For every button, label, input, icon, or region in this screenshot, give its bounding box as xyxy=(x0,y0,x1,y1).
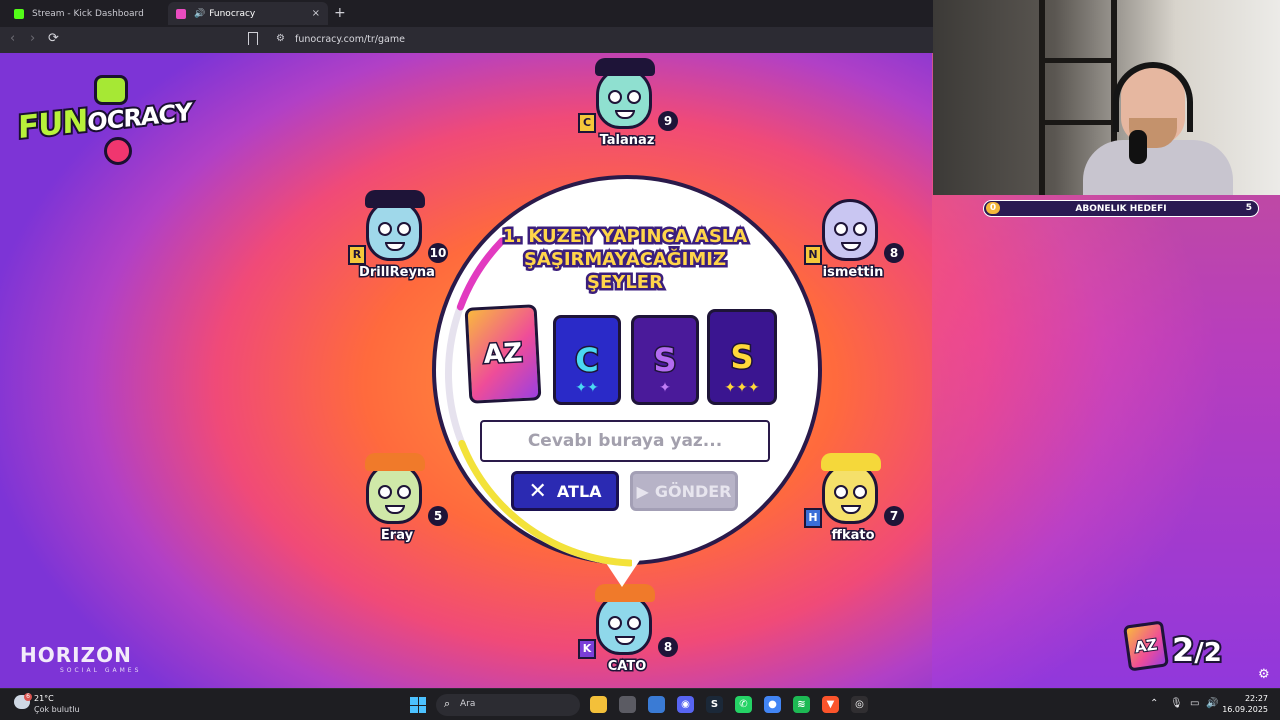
player-ffkato: H 7 ffkato xyxy=(798,453,908,552)
obs-icon[interactable]: ◎ xyxy=(851,696,868,713)
player-name: Talanaz xyxy=(598,132,656,150)
network-icon[interactable]: ▭ xyxy=(1190,698,1199,709)
new-tab-button[interactable]: + xyxy=(334,5,346,21)
headphones-icon xyxy=(1113,62,1193,132)
file-explorer-icon[interactable] xyxy=(590,696,607,713)
player-ismettin: N 8 ismettin xyxy=(798,199,908,289)
player-letter-badge: K xyxy=(578,639,596,659)
tray-overflow-icon[interactable]: ⌃ xyxy=(1150,698,1158,709)
webcam-overlay xyxy=(933,0,1280,195)
round-counter: 2/2 xyxy=(1170,629,1224,671)
streamer-body xyxy=(1083,140,1233,195)
taskbar-search[interactable]: ⌕ Ara xyxy=(436,694,580,716)
spotify-icon[interactable]: ≋ xyxy=(793,696,810,713)
player-letter-badge: C xyxy=(578,113,596,133)
address-bar[interactable]: funocracy.com/tr/game xyxy=(295,34,405,45)
microphone-icon xyxy=(1129,130,1147,164)
avatar xyxy=(595,584,655,655)
card-stars: ✦✦✦ xyxy=(724,380,760,396)
search-icon: ⌕ xyxy=(444,697,451,710)
avatar xyxy=(365,190,425,261)
card-s-three-star[interactable]: S ✦✦✦ xyxy=(707,309,777,405)
avatar xyxy=(821,453,881,524)
funocracy-favicon-icon xyxy=(176,8,186,19)
search-label: Ara xyxy=(460,699,476,709)
skip-button[interactable]: ✕ ATLA xyxy=(511,471,619,511)
card-stars: ✦✦ xyxy=(575,380,599,396)
sub-goal-target: 5 xyxy=(1245,203,1252,213)
player-score: 7 xyxy=(884,506,904,526)
weather-temperature[interactable]: 21°C xyxy=(34,694,54,703)
player-cato: K 8 CATO xyxy=(572,584,682,683)
send-label: GÖNDER xyxy=(654,481,732,501)
skip-label: ATLA xyxy=(556,481,602,501)
kick-favicon-icon xyxy=(14,8,24,19)
card-c[interactable]: C ✦✦ xyxy=(553,315,621,405)
speaker-icon[interactable]: 🔊 xyxy=(194,9,205,19)
horizon-brand: HORIZON xyxy=(20,643,132,667)
clock-date[interactable]: 16.09.2025 xyxy=(1218,705,1268,714)
avatar xyxy=(822,199,878,261)
steam-icon[interactable]: S xyxy=(706,696,723,713)
send-button[interactable]: ▶ GÖNDER xyxy=(630,471,738,511)
logo-part-ocracy: OCRACY xyxy=(85,96,193,139)
card-az[interactable]: AZ xyxy=(464,304,542,404)
windows-taskbar: 6 21°C Çok bulutlu ⌕ Ara ◉ S ✆ ● ≋ ▼ ◎ ⌃ 🎙 ▭ 🔊… xyxy=(0,688,1280,720)
chrome-icon[interactable]: ● xyxy=(764,696,781,713)
reload-button[interactable]: ⟳ xyxy=(48,31,59,46)
subscription-goal-bar: 0 ABONELIK HEDEFI 5 xyxy=(983,200,1259,217)
player-talanaz: C 9 Talanaz xyxy=(572,58,682,157)
sub-goal-current: 0 xyxy=(986,202,1000,214)
card-s-one-star[interactable]: S ✦ xyxy=(631,315,699,405)
funocracy-logo: FUNOCRACY xyxy=(16,75,196,165)
weather-description[interactable]: Çok bulutlu xyxy=(34,705,80,714)
player-score: 8 xyxy=(658,637,678,657)
round-total: /2 xyxy=(1192,636,1224,670)
back-button[interactable]: ‹ xyxy=(10,31,15,46)
store-icon[interactable] xyxy=(648,696,665,713)
discord-icon[interactable]: ◉ xyxy=(677,696,694,713)
player-name: ffkato xyxy=(830,527,876,545)
volume-icon[interactable]: 🔊 xyxy=(1206,698,1218,709)
horizon-brand-sub: SOCIAL GAMES xyxy=(60,667,142,674)
round-card-icon: AZ xyxy=(1122,620,1170,672)
avatar xyxy=(595,58,655,129)
whatsapp-icon[interactable]: ✆ xyxy=(735,696,752,713)
clock-time[interactable]: 22:27 xyxy=(1228,694,1268,703)
microphone-tray-icon[interactable]: 🎙 xyxy=(1170,698,1183,709)
bookmark-icon[interactable] xyxy=(248,32,258,45)
weather-badge: 6 xyxy=(24,693,32,701)
player-letter-badge: N xyxy=(804,245,822,265)
player-letter-badge: H xyxy=(804,508,822,528)
task-view-icon[interactable] xyxy=(619,696,636,713)
forward-button[interactable]: › xyxy=(30,31,35,46)
player-score: 9 xyxy=(658,111,678,131)
start-button[interactable] xyxy=(410,697,426,713)
round-current: 2 xyxy=(1170,629,1196,671)
settings-gear-icon[interactable]: ⚙ xyxy=(1258,667,1270,682)
logo-part-fun: FUN xyxy=(16,101,89,148)
tab-label: Funocracy xyxy=(209,8,256,19)
avatar xyxy=(365,453,425,524)
x-icon: ✕ xyxy=(528,478,547,504)
play-icon: ▶ xyxy=(636,481,649,501)
close-tab-icon[interactable]: × xyxy=(312,8,320,19)
question-text: 1. KUZEY YAPINCA ASLA ŞAŞIRMAYACAĞIMIZ Ş… xyxy=(500,224,749,296)
tongue-face-icon xyxy=(104,137,132,165)
sub-goal-label: ABONELIK HEDEFI xyxy=(1075,203,1167,214)
player-name: CATO xyxy=(606,658,648,676)
tab-label: Stream - Kick Dashboard xyxy=(32,8,144,19)
answer-input[interactable] xyxy=(480,420,770,462)
tab-kick-dashboard[interactable]: Stream - Kick Dashboard xyxy=(6,2,166,25)
player-name: ismettin xyxy=(821,264,885,282)
player-score: 8 xyxy=(884,243,904,263)
player-letter-badge: R xyxy=(348,245,366,265)
card-stars: ✦ xyxy=(659,380,671,396)
brave-icon[interactable]: ▼ xyxy=(822,696,839,713)
site-info-icon[interactable]: ⚙ xyxy=(276,33,285,44)
tab-funocracy[interactable]: 🔊 Funocracy × xyxy=(168,2,328,25)
